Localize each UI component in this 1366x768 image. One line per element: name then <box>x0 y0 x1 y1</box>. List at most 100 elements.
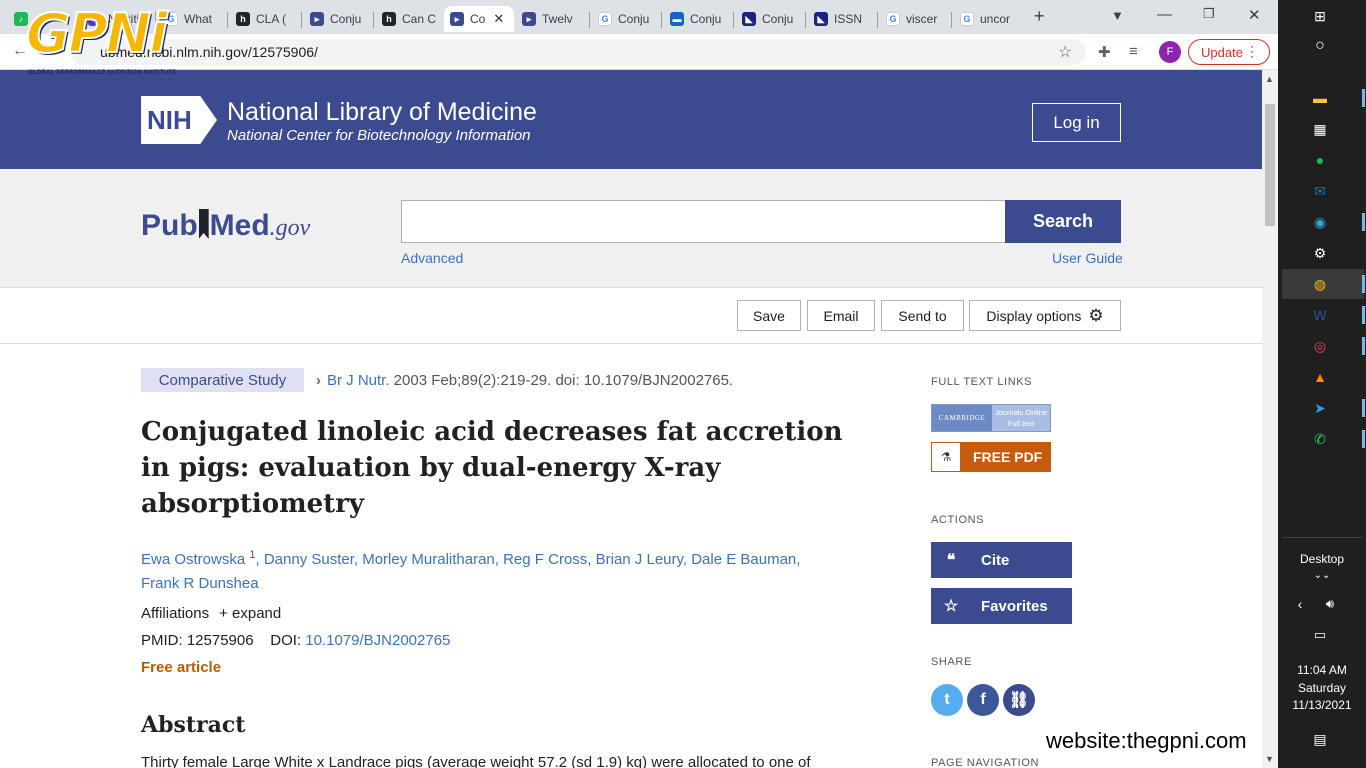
send-to-button[interactable]: Send to <box>881 300 964 331</box>
windows-start-icon[interactable]: ⊞ <box>1310 6 1330 26</box>
close-tab-icon[interactable]: ✕ <box>493 11 504 27</box>
article-actions-bar: Save Email Send to Display options ⚙ <box>0 288 1262 344</box>
menu-dots-icon: ⋮ <box>1245 43 1259 59</box>
tab-what[interactable]: G What <box>158 6 226 32</box>
star-icon: ☆ <box>943 598 959 615</box>
journal-link[interactable]: Br J Nutr. <box>327 372 390 389</box>
chevron-left-icon[interactable]: ‹ <box>1290 594 1310 614</box>
expand-button[interactable]: expand <box>232 605 281 622</box>
google-icon: G <box>960 12 974 26</box>
favorites-button[interactable]: ☆ Favorites <box>931 588 1072 624</box>
clock-date[interactable]: 11/13/2021 <box>1278 698 1366 712</box>
volume-icon[interactable]: 🔊︎ <box>1320 594 1340 614</box>
nlm-header: NIH National Library of Medicine Nationa… <box>0 70 1262 169</box>
spotify-app-icon[interactable]: ● <box>1310 150 1330 170</box>
citation-line: › Br J Nutr. 2003 Feb;89(2):219-29. doi: … <box>316 372 734 389</box>
chrome-icon[interactable]: ◍ <box>1310 274 1330 294</box>
tab-issn[interactable]: ◣ ISSN <box>808 6 876 32</box>
site-icon: h <box>382 12 396 26</box>
site-icon: ◣ <box>814 12 828 26</box>
save-button[interactable]: Save <box>737 300 801 331</box>
permalink-icon[interactable]: ⛓ <box>1003 684 1035 716</box>
file-explorer-icon[interactable]: ▬ <box>1310 88 1330 108</box>
doi-link[interactable]: 10.1079/BJN2002765 <box>305 632 450 649</box>
cambridge-full-text-link[interactable]: CAMBRIDGE Journals Online Full text <box>931 404 1051 432</box>
search-button[interactable]: Search <box>1005 200 1121 243</box>
user-guide-link[interactable]: User Guide <box>1052 250 1123 266</box>
publication-type-badge[interactable]: Comparative Study <box>141 368 304 392</box>
twitter-icon[interactable]: t <box>931 684 963 716</box>
pubmed-tab-icon: ▸ <box>310 12 324 26</box>
address-bar: ← ubmed.ncbi.nlm.nih.gov/12575906/ ☆ ✚ ≡… <box>0 34 1278 70</box>
store-icon[interactable]: ▦ <box>1310 119 1330 139</box>
nlm-title[interactable]: National Library of Medicine <box>227 98 537 127</box>
close-window-icon[interactable]: ✕ <box>1248 6 1261 24</box>
cite-button[interactable]: ❝ Cite <box>931 542 1072 578</box>
site-icon: ▬ <box>670 12 684 26</box>
abstract-text: Thirty female Large White x Landrace pig… <box>141 754 811 768</box>
display-options-button[interactable]: Display options ⚙ <box>969 300 1121 331</box>
plus-icon[interactable]: + <box>219 605 228 622</box>
bookmark-star-icon[interactable]: ☆ <box>1058 42 1072 62</box>
edge-icon[interactable]: ◉ <box>1310 212 1330 232</box>
tab-conju-3[interactable]: ▬ Conju <box>664 6 732 32</box>
scroll-thumb[interactable] <box>1265 104 1275 226</box>
word-icon[interactable]: W <box>1310 305 1330 325</box>
tab-cla[interactable]: h CLA ( <box>230 6 300 32</box>
windows-taskbar: ⊞ ○ ▬ ▦ ● ✉ ◉ ⚙ ◍ W ◎ ▲ ➤ ✆ Desktop ⌄⌄ ‹… <box>1278 0 1366 768</box>
new-tab-icon[interactable]: + <box>1034 6 1045 27</box>
network-icon[interactable]: ▭ <box>1310 625 1330 645</box>
tab-conju-1[interactable]: ▸ Conju <box>304 6 372 32</box>
media-control-icon[interactable]: ≡ <box>1129 43 1138 60</box>
tab-search-icon[interactable]: ▼ <box>1111 8 1124 23</box>
clock-day[interactable]: Saturday <box>1278 681 1366 695</box>
pubmed-tab-icon: ▸ <box>522 12 536 26</box>
update-button[interactable]: Update ⋮ <box>1188 39 1270 65</box>
tab-twelve[interactable]: ▸ Twelv <box>516 6 588 32</box>
free-pdf-link[interactable]: ⚗ FREE PDF <box>931 442 1051 472</box>
affiliations-row: Affiliations + expand <box>141 605 282 622</box>
facebook-icon[interactable]: f <box>967 684 999 716</box>
pubmed-search-band: Pub Med.gov Search Advanced User Guide <box>0 169 1262 288</box>
media-player-icon[interactable]: ◎ <box>1310 336 1330 356</box>
tab-active[interactable]: ▸ Co ✕ <box>444 6 514 32</box>
browser-tab-bar: ♪ N Nutriti G What h CLA ( ▸ Conju h Can C ▸ C… <box>0 0 1278 34</box>
desktop-chevron-icon[interactable]: ⌄⌄ <box>1278 570 1366 581</box>
email-button[interactable]: Email <box>807 300 875 331</box>
notifications-icon[interactable]: ▤ <box>1310 729 1330 749</box>
tab-uncor[interactable]: Guncor <box>954 6 1024 32</box>
profile-avatar[interactable]: F <box>1159 41 1181 63</box>
search-input[interactable] <box>401 200 1006 243</box>
nih-logo[interactable]: NIH <box>141 96 217 144</box>
minimize-icon[interactable]: — <box>1157 6 1172 23</box>
author-link[interactable]: Ewa Ostrowska <box>141 551 245 568</box>
scroll-down-icon[interactable]: ▼ <box>1265 754 1274 764</box>
clock-time[interactable]: 11:04 AM <box>1278 663 1366 677</box>
share-heading: SHARE <box>931 656 972 668</box>
tab-visceral[interactable]: Gviscer <box>880 6 950 32</box>
chevron-right-icon: › <box>316 372 321 389</box>
pdf-icon: ⚗ <box>931 442 961 472</box>
tab-can-c[interactable]: h Can C <box>376 6 444 32</box>
settings-icon[interactable]: ⚙ <box>1310 243 1330 263</box>
whatsapp-icon[interactable]: ✆ <box>1310 429 1330 449</box>
vlc-icon[interactable]: ▲ <box>1310 367 1330 387</box>
page-navigation-heading: PAGE NAVIGATION <box>931 757 1040 768</box>
restore-icon[interactable]: ❐ <box>1203 6 1215 22</box>
mail-icon[interactable]: ✉ <box>1310 181 1330 201</box>
cortana-search-icon[interactable]: ○ <box>1310 36 1330 56</box>
pubmed-bookmark-icon <box>198 209 209 239</box>
desktop-label[interactable]: Desktop <box>1278 552 1366 566</box>
extensions-icon[interactable]: ✚ <box>1098 43 1111 61</box>
advanced-search-link[interactable]: Advanced <box>401 250 463 266</box>
article-title: Conjugated linoleic acid decreases fat a… <box>141 417 843 519</box>
telegram-icon[interactable]: ➤ <box>1310 398 1330 418</box>
scroll-up-icon[interactable]: ▲ <box>1265 74 1274 84</box>
site-icon: ◣ <box>742 12 756 26</box>
page-scrollbar[interactable]: ▲ ▼ <box>1262 70 1278 768</box>
tab-conju-4[interactable]: ◣ Conju <box>736 6 804 32</box>
tab-conju-2[interactable]: G Conju <box>592 6 660 32</box>
pubmed-logo[interactable]: Pub Med.gov <box>141 209 310 243</box>
gpni-tagline: GLOBAL PERFORMANCE NUTRITION INSTITUTE <box>28 70 177 76</box>
login-button[interactable]: Log in <box>1032 103 1121 142</box>
